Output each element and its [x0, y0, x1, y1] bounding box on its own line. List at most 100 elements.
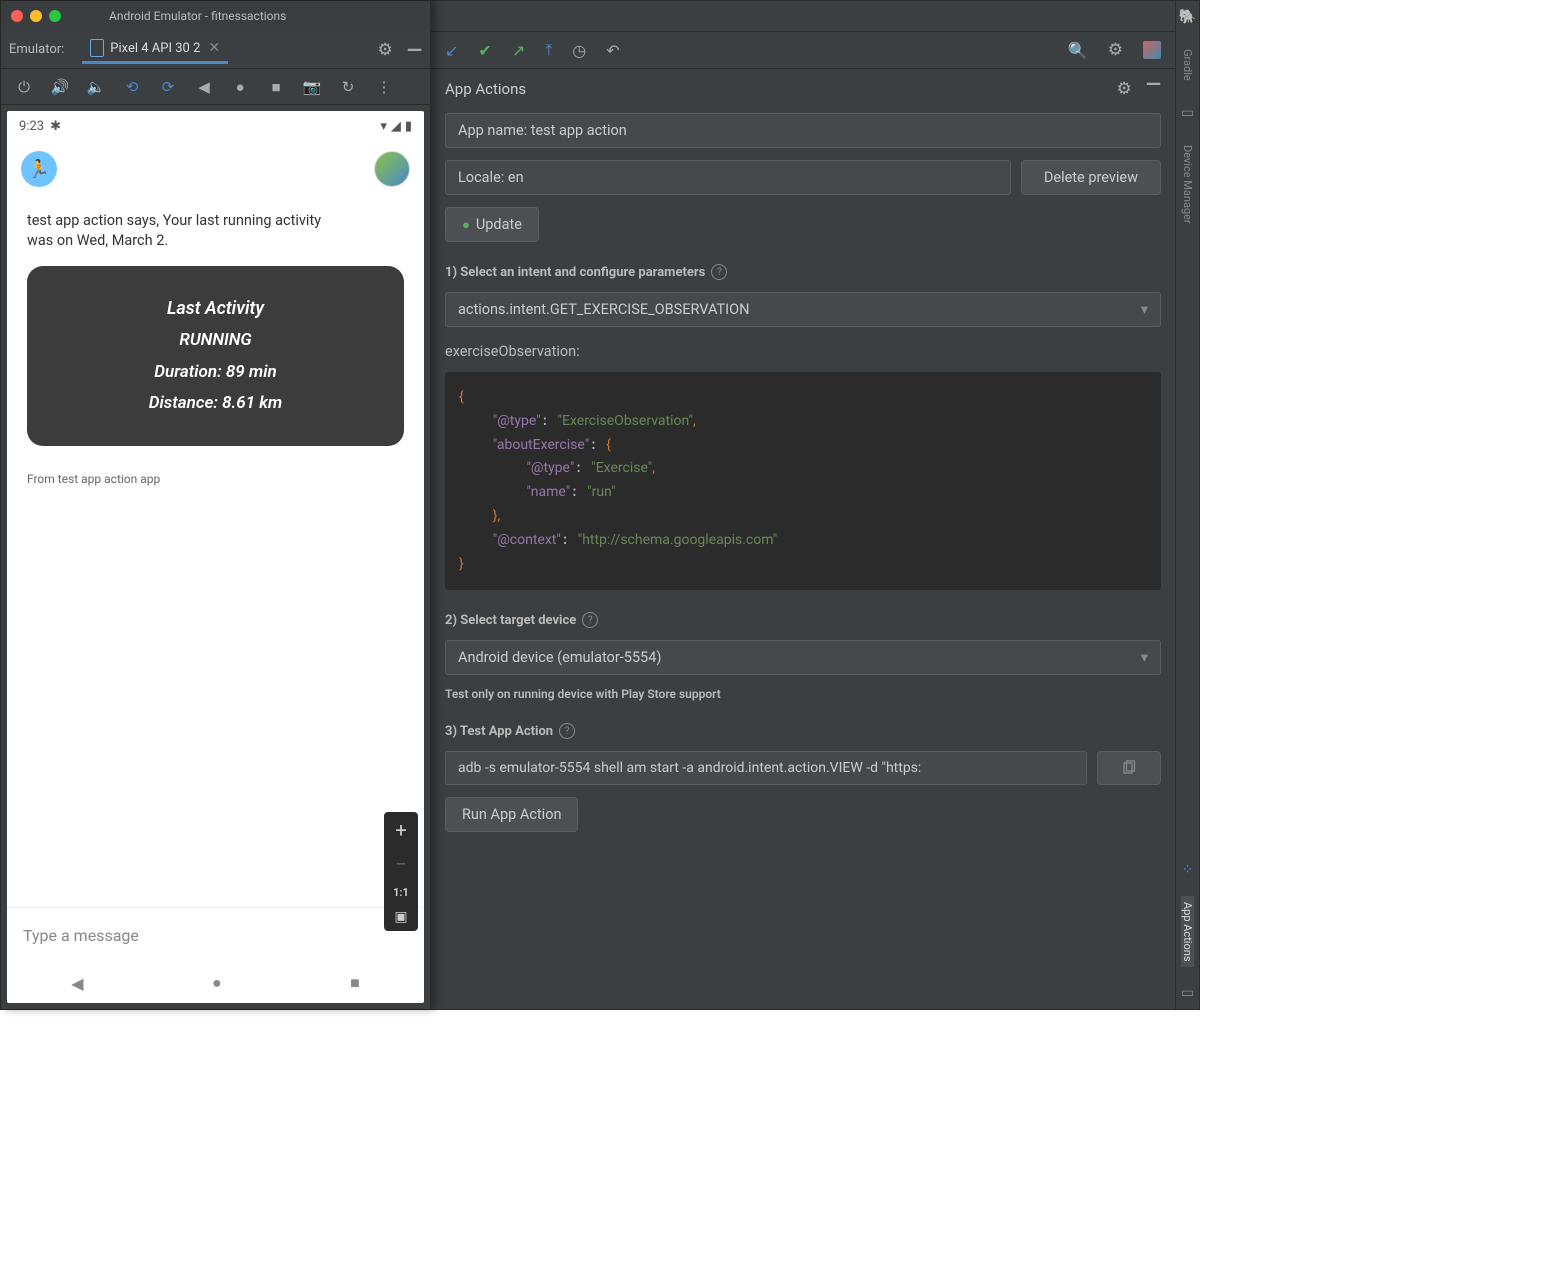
zoom-reset-button[interactable]: 1:1: [393, 886, 409, 899]
nav-back-icon[interactable]: ◀: [71, 974, 83, 993]
rail-app-actions[interactable]: App Actions: [1181, 896, 1194, 968]
zoom-fit-button[interactable]: ▣: [394, 909, 407, 925]
app-actions-body: App name: test app action Locale: en Del…: [431, 109, 1175, 846]
ide-toolbar: ↙ ✔ ↗ ⤒ ◷ ↶ 🔍 ⚙: [431, 31, 1175, 69]
battery-icon: ▮: [405, 119, 412, 134]
phone-screen: 9:23 ✱ ▾ ◢ ▮ 🏃 test app action says, You…: [7, 111, 424, 1003]
emulator-tab[interactable]: Pixel 4 API 30 2 ✕: [82, 35, 228, 64]
assistant-dots-icon: ⁘: [1182, 862, 1194, 878]
step2-label: 2) Select target device ?: [445, 612, 1161, 628]
copy-icon: [1121, 760, 1137, 776]
intent-selected: actions.intent.GET_EXERCISE_OBSERVATION: [458, 301, 749, 318]
nav-recents-icon[interactable]: ■: [350, 973, 360, 993]
chevron-down-icon: ▾: [1141, 301, 1148, 318]
param-json-editor[interactable]: { "@type": "ExerciseObservation", "about…: [445, 372, 1161, 590]
gradle-elephant-icon: 🐘: [1179, 9, 1196, 25]
rotate-right-icon[interactable]: ⟳: [159, 78, 177, 96]
commit-down-icon[interactable]: ↙: [445, 41, 458, 60]
copy-button[interactable]: [1097, 751, 1161, 785]
emulator-toolbar: ⏻ 🔊 🔈 ⟲ ⟳ ◀ ● ■ 📷 ↻ ⋮: [1, 69, 430, 105]
param-label: exerciseObservation:: [445, 343, 1161, 360]
delete-preview-button[interactable]: Delete preview: [1021, 160, 1161, 195]
rail-extra-icon[interactable]: ▭: [1181, 985, 1194, 1001]
push-icon[interactable]: ↗: [512, 41, 525, 60]
android-navbar: ◀ ● ■: [7, 963, 424, 1003]
record-icon[interactable]: ●: [231, 78, 249, 96]
zoom-in-button[interactable]: +: [395, 818, 406, 842]
app-actions-header: App Actions ⚙ —: [431, 69, 1175, 109]
update-project-icon[interactable]: ⤒: [545, 40, 552, 60]
gear-icon[interactable]: ⚙: [378, 40, 393, 60]
right-tool-rail: 🐘 Gradle ▭ Device Manager ⁘ App Actions …: [1175, 1, 1199, 1009]
volume-up-icon[interactable]: 🔊: [51, 78, 69, 96]
emulator-titlebar: Android Emulator - fitnessactions: [1, 1, 430, 31]
card-title: Last Activity: [47, 296, 384, 321]
android-status-bar: 9:23 ✱ ▾ ◢ ▮: [7, 111, 424, 141]
nav-home-icon[interactable]: ●: [212, 973, 222, 993]
user-avatar[interactable]: [374, 151, 410, 187]
intent-select[interactable]: actions.intent.GET_EXERCISE_OBSERVATION …: [445, 292, 1161, 327]
device-select[interactable]: Android device (emulator-5554) ▾: [445, 640, 1161, 675]
ide-settings-icon[interactable]: ⚙: [1108, 40, 1123, 60]
check-icon: ●: [462, 217, 470, 233]
run-app-action-button[interactable]: Run App Action: [445, 797, 578, 832]
adb-command-field[interactable]: adb -s emulator-5554 shell am start -a a…: [445, 751, 1087, 785]
emulator-title: Android Emulator - fitnessactions: [109, 9, 286, 23]
stop-icon[interactable]: ■: [267, 78, 285, 96]
panel-minimize-icon[interactable]: —: [1146, 79, 1161, 99]
rotate-left-icon[interactable]: ⟲: [123, 78, 141, 96]
device-manager-icon: ▭: [1181, 105, 1194, 121]
volume-down-icon[interactable]: 🔈: [87, 78, 105, 96]
chevron-down-icon: ▾: [1141, 649, 1148, 666]
device-hint: Test only on running device with Play St…: [445, 687, 1161, 701]
signal-icon: ◢: [391, 119, 401, 134]
activity-card[interactable]: Last Activity RUNNING Duration: 89 min D…: [27, 266, 404, 447]
device-selected: Android device (emulator-5554): [458, 649, 661, 666]
emulator-tabbar: Emulator: Pixel 4 API 30 2 ✕ ⚙ —: [1, 31, 430, 69]
power-icon[interactable]: ⏻: [15, 78, 33, 96]
more-icon[interactable]: ⋮: [375, 78, 393, 96]
step1-label: 1) Select an intent and configure parame…: [445, 264, 1161, 280]
close-icon[interactable]: ✕: [208, 40, 220, 56]
refresh-icon[interactable]: ↻: [339, 78, 357, 96]
minimize-icon[interactable]: —: [407, 45, 422, 55]
update-button-label: Update: [476, 216, 522, 233]
message-input[interactable]: Type a message: [7, 907, 424, 963]
card-distance: Distance: 8.61 km: [47, 392, 384, 416]
help-icon[interactable]: ?: [711, 264, 727, 280]
phone-icon: [90, 39, 104, 57]
camera-icon[interactable]: 📷: [303, 78, 321, 96]
zoom-out-button[interactable]: −: [395, 852, 406, 876]
rail-gradle[interactable]: Gradle: [1181, 43, 1194, 87]
rail-device-manager[interactable]: Device Manager: [1181, 139, 1194, 230]
update-button[interactable]: ● Update: [445, 207, 539, 242]
search-icon[interactable]: 🔍: [1068, 41, 1088, 60]
card-duration: Duration: 89 min: [47, 361, 384, 385]
clock-label: 9:23: [19, 119, 44, 134]
ide-main: ↙ ✔ ↗ ⤒ ◷ ↶ 🔍 ⚙ App Actions ⚙ — App name…: [431, 1, 1175, 1009]
wifi-icon: ▾: [380, 119, 387, 134]
profile-icon[interactable]: [1143, 41, 1161, 59]
zoom-panel: + − 1:1 ▣: [384, 812, 418, 931]
chat-header: 🏃: [7, 141, 424, 197]
ide-root: Android Emulator - fitnessactions Emulat…: [0, 0, 1200, 1010]
step3-label: 3) Test App Action ?: [445, 723, 1161, 739]
bot-avatar-icon[interactable]: 🏃: [21, 151, 57, 187]
help-icon[interactable]: ?: [582, 612, 598, 628]
phone-wrapper: 9:23 ✱ ▾ ◢ ▮ 🏃 test app action says, You…: [1, 105, 430, 1009]
card-source-label: From test app action app: [7, 472, 424, 486]
message-placeholder: Type a message: [23, 926, 139, 945]
app-name-field[interactable]: App name: test app action: [445, 113, 1161, 148]
emulator-tab-name: Pixel 4 API 30 2: [110, 41, 200, 56]
history-icon[interactable]: ◷: [572, 41, 586, 60]
chat-body: test app action says, Your last running …: [7, 197, 424, 460]
status-gear-icon: ✱: [50, 119, 61, 134]
panel-gear-icon[interactable]: ⚙: [1117, 79, 1132, 99]
locale-field[interactable]: Locale: en: [445, 160, 1011, 195]
help-icon[interactable]: ?: [559, 723, 575, 739]
card-activity-type: RUNNING: [47, 329, 384, 353]
commit-check-icon[interactable]: ✔: [478, 41, 491, 60]
undo-icon[interactable]: ↶: [606, 41, 619, 60]
window-traffic-lights[interactable]: [11, 10, 61, 22]
back-icon[interactable]: ◀: [195, 78, 213, 96]
